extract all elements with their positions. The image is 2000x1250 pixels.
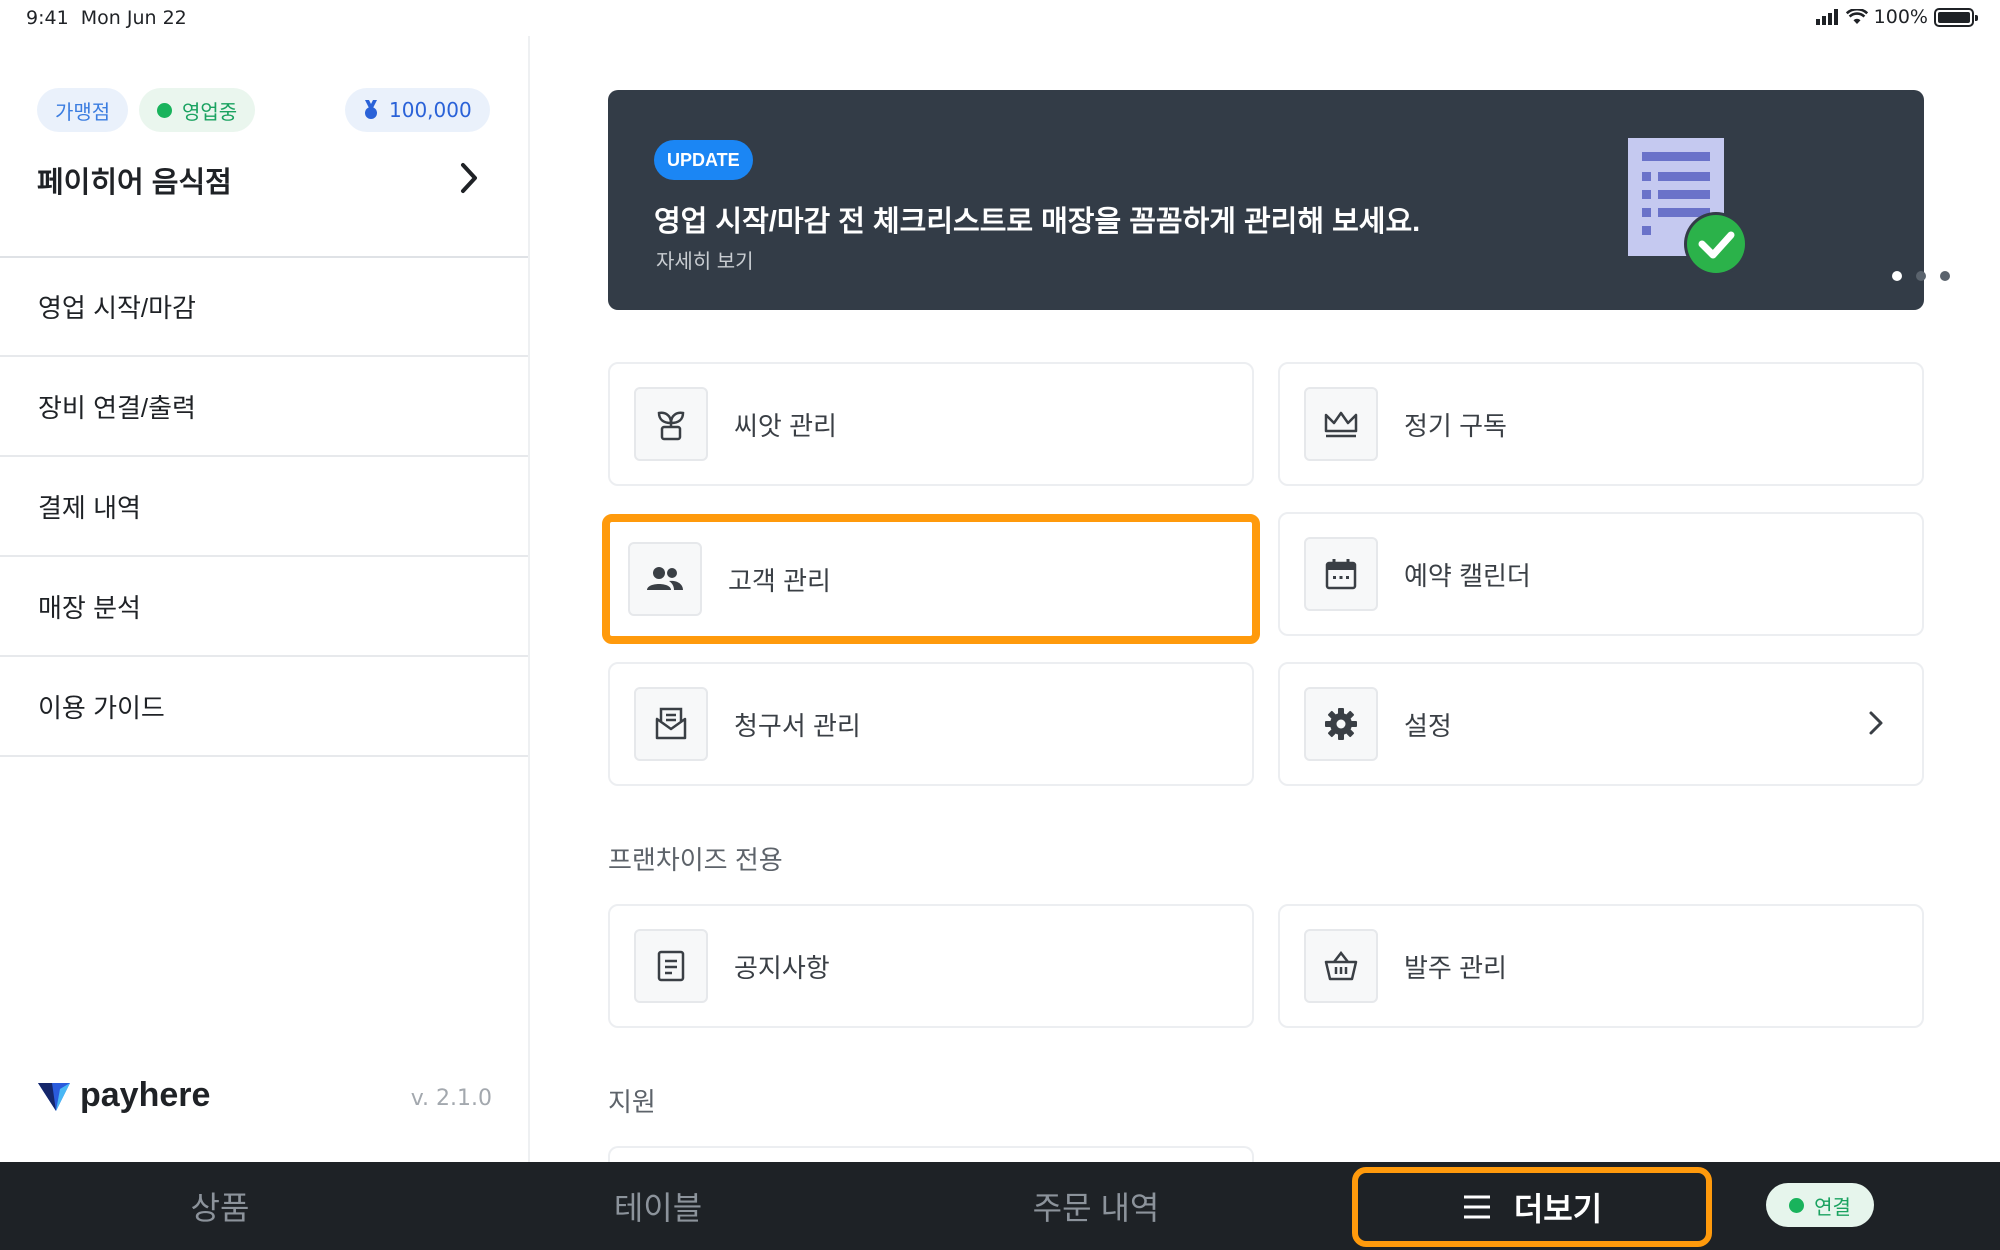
invoice-icon: [655, 707, 687, 740]
card-label: 공지사항: [734, 952, 830, 983]
banner-detail-link[interactable]: 자세히 보기: [656, 245, 754, 274]
card-label: 예약 캘린더: [1404, 560, 1531, 591]
store-name[interactable]: 페이히어 음식점: [37, 159, 232, 201]
menu-card-reservations[interactable]: 예약 캘린더: [1278, 512, 1924, 636]
store-status-chip: 영업중: [139, 88, 256, 132]
wifi-icon: [1845, 9, 1868, 24]
status-bar: 9:41 Mon Jun 22 100%: [0, 0, 2000, 36]
online-dot-icon: [157, 102, 172, 118]
card-label: 고객 관리: [728, 565, 831, 596]
sidebar-item-open-close[interactable]: 영업 시작/마감: [0, 257, 528, 357]
section-title-support: 지원: [608, 1087, 656, 1117]
payhere-logo-icon: [38, 1082, 70, 1111]
update-badge: UPDATE: [654, 140, 753, 180]
pagination-dot[interactable]: [1892, 271, 1902, 281]
main-content: UPDATE 영업 시작/마감 전 체크리스트로 매장을 꼼꼼하게 관리해 보세…: [532, 36, 2000, 1166]
pagination-dot[interactable]: [1916, 271, 1926, 281]
sidebar-item-analytics[interactable]: 매장 분석: [0, 557, 528, 657]
menu-card-orders[interactable]: 발주 관리: [1278, 904, 1924, 1028]
icon-box: [628, 542, 702, 616]
icon-box: [634, 387, 708, 461]
checklist-illustration-icon: [1628, 138, 1748, 276]
chevron-right-icon: [1869, 711, 1883, 735]
sidebar: 가맹점 영업중 100,000 페이히어 음식점 영업 시작/마감 장비 연결/…: [0, 36, 530, 1162]
franchise-chip: 가맹점: [37, 88, 129, 132]
signal-icon: [1815, 9, 1838, 25]
card-label: 정기 구독: [1404, 410, 1507, 441]
brand-logo: payhere: [38, 1076, 210, 1115]
basket-icon: [1324, 951, 1358, 981]
card-label: 청구서 관리: [734, 710, 861, 741]
sidebar-item-devices[interactable]: 장비 연결/출력: [0, 357, 528, 457]
icon-box: [1304, 537, 1378, 611]
card-label: 설정: [1404, 710, 1452, 741]
status-indicators: 100%: [1815, 6, 1978, 28]
crown-icon: [1324, 411, 1358, 438]
icon-box: [634, 929, 708, 1003]
menu-card-notices[interactable]: 공지사항: [608, 904, 1254, 1028]
points-chip[interactable]: 100,000: [345, 88, 490, 132]
card-label: 씨앗 관리: [734, 410, 837, 441]
tab-more-label: 더보기: [1513, 1191, 1603, 1227]
menu-card-seeds[interactable]: 씨앗 관리: [608, 362, 1254, 486]
menu-card-customers[interactable]: 고객 관리: [602, 514, 1260, 644]
calendar-icon: [1325, 559, 1357, 590]
tab-more[interactable]: 더보기: [1352, 1167, 1712, 1247]
people-icon: [647, 567, 683, 590]
sprout-icon: [657, 411, 685, 441]
sidebar-menu: 영업 시작/마감 장비 연결/출력 결제 내역 매장 분석 이용 가이드: [0, 257, 528, 757]
banner-title: 영업 시작/마감 전 체크리스트로 매장을 꼼꼼하게 관리해 보세요.: [654, 206, 1421, 238]
icon-box: [1304, 687, 1378, 761]
icon-box: [634, 687, 708, 761]
notice-icon: [657, 950, 685, 982]
medal-icon: [365, 100, 377, 119]
section-title-franchise: 프랜차이즈 전용: [608, 845, 783, 875]
sidebar-item-payments[interactable]: 결제 내역: [0, 457, 528, 557]
menu-card-subscription[interactable]: 정기 구독: [1278, 362, 1924, 486]
update-banner[interactable]: UPDATE 영업 시작/마감 전 체크리스트로 매장을 꼼꼼하게 관리해 보세…: [608, 90, 1950, 310]
online-dot-icon: [1789, 1197, 1805, 1213]
gear-icon: [1325, 708, 1357, 740]
tab-tables[interactable]: 테이블: [440, 1162, 876, 1250]
tab-products[interactable]: 상품: [0, 1162, 440, 1250]
menu-card-settings[interactable]: 설정: [1278, 662, 1924, 786]
status-time: 9:41 Mon Jun 22: [26, 7, 187, 29]
connection-status-badge[interactable]: 연결: [1766, 1183, 1874, 1227]
chevron-right-icon[interactable]: [454, 160, 484, 196]
icon-box: [1304, 387, 1378, 461]
pagination-dot[interactable]: [1940, 271, 1950, 281]
battery-icon: [1934, 7, 1978, 27]
card-label: 발주 관리: [1404, 952, 1507, 983]
sidebar-item-guide[interactable]: 이용 가이드: [0, 657, 528, 757]
hamburger-menu-icon: [1463, 1195, 1490, 1219]
app-version: v. 2.1.0: [410, 1086, 492, 1111]
bottom-tab-bar: 상품 테이블 주문 내역 더보기 연결: [0, 1162, 2000, 1250]
icon-box: [1304, 929, 1378, 1003]
battery-percent: 100%: [1873, 6, 1928, 28]
banner-pagination[interactable]: [1892, 271, 1950, 281]
tab-order-history[interactable]: 주문 내역: [876, 1162, 1316, 1250]
menu-card-invoices[interactable]: 청구서 관리: [608, 662, 1254, 786]
